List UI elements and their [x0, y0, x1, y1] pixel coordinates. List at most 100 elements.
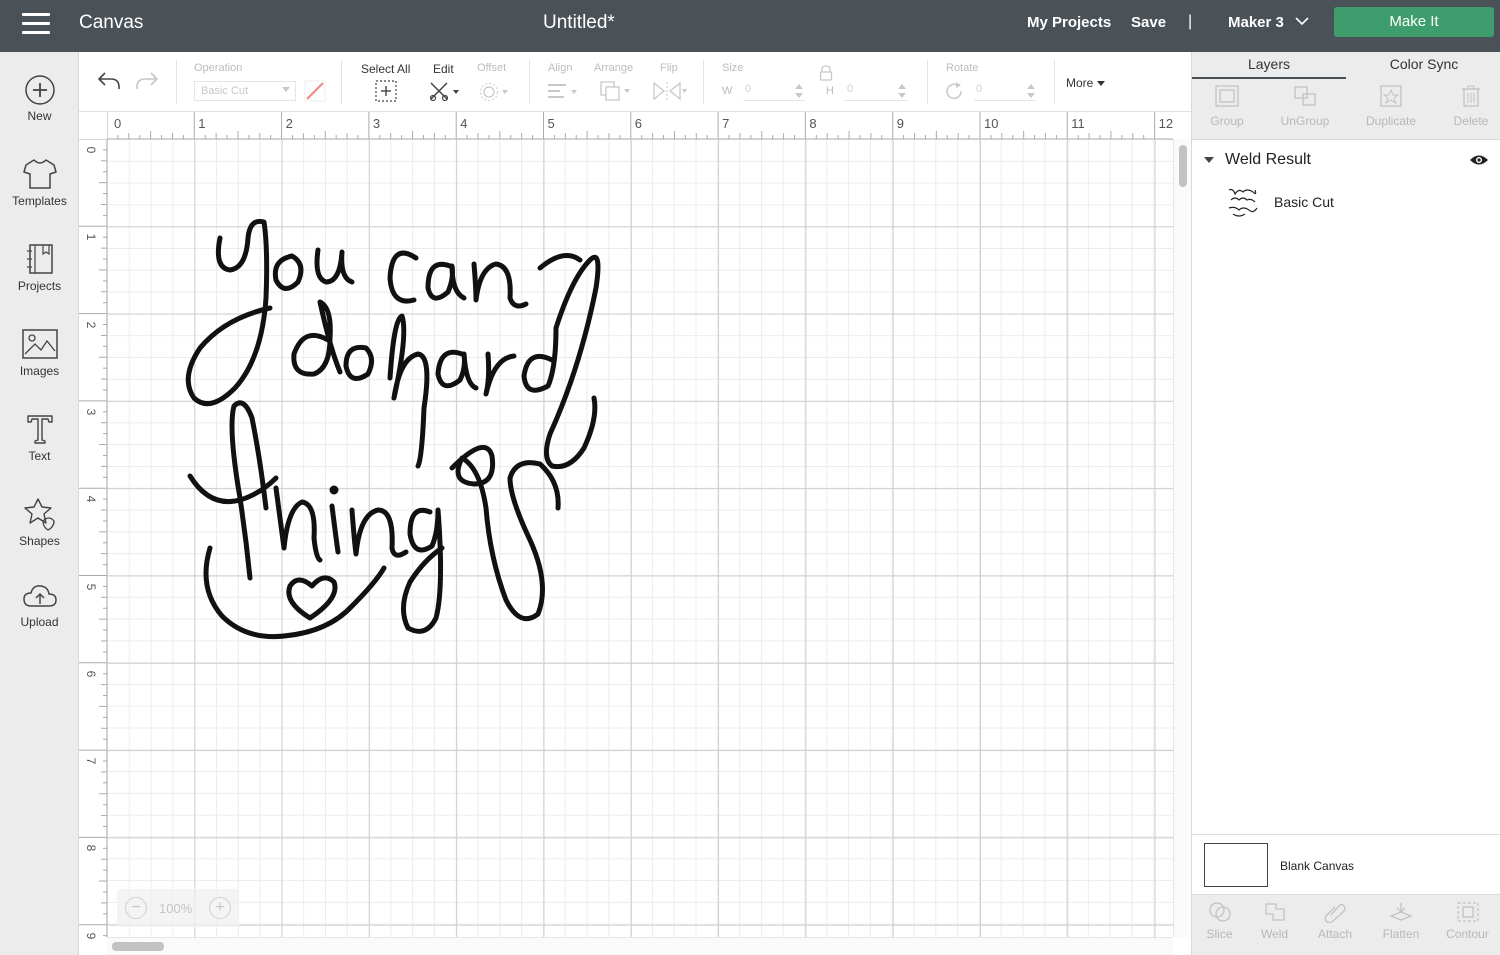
ruler-label: 4 — [460, 116, 468, 131]
cloud-upload-icon — [22, 585, 57, 607]
ruler-label: 7 — [84, 757, 98, 765]
height-stepper-icon[interactable] — [897, 83, 907, 99]
my-projects-link[interactable]: My Projects — [1027, 14, 1111, 31]
more-menu[interactable]: More — [1066, 76, 1105, 90]
slice-label: Slice — [1206, 927, 1233, 941]
zoom-in-button[interactable]: + — [209, 897, 231, 919]
redo-icon[interactable] — [134, 70, 160, 92]
zoom-out-button[interactable]: − — [125, 897, 147, 919]
caret-down-icon — [1096, 81, 1105, 87]
tab-layers[interactable]: Layers — [1192, 52, 1346, 79]
you-can-do-hard-things-design[interactable] — [180, 208, 610, 648]
blank-canvas-swatch[interactable] — [1204, 843, 1268, 887]
ruler-label: 9 — [896, 116, 904, 131]
notebook-icon — [26, 244, 53, 274]
ruler-label: 1 — [198, 116, 206, 131]
sidebar-item-new[interactable]: New — [0, 74, 79, 154]
layers-panel: Layers Color Sync Group UnGroup Duplicat… — [1191, 52, 1500, 955]
vertical-scrollbar[interactable] — [1173, 139, 1191, 937]
group-icon — [1215, 85, 1239, 107]
delete-button[interactable]: Delete — [1436, 79, 1500, 140]
ruler-label: 8 — [84, 845, 98, 852]
vertical-ruler: 0 1 2 3 4 5 6 7 8 9 — [79, 139, 107, 939]
flatten-button[interactable]: Flatten — [1368, 895, 1434, 955]
ruler-label: 4 — [84, 495, 98, 503]
horizontal-ruler: 0 1 2 3 4 5 6 7 8 9 10 11 12 — [107, 112, 1173, 139]
undo-icon[interactable] — [96, 70, 122, 92]
layer-group-name: Weld Result — [1225, 151, 1311, 168]
sidebar-item-templates[interactable]: Templates — [0, 157, 79, 237]
pen-color-swatch-icon[interactable] — [304, 80, 326, 102]
sidebar-item-shapes[interactable]: Shapes — [0, 497, 79, 577]
tshirt-icon — [22, 159, 57, 189]
slice-button[interactable]: Slice — [1192, 895, 1247, 955]
width-stepper-icon[interactable] — [794, 83, 804, 99]
flip-label: Flip — [660, 62, 678, 74]
duplicate-button[interactable]: Duplicate — [1356, 79, 1426, 140]
collapse-triangle-icon[interactable] — [1204, 157, 1214, 163]
sidebar-item-text[interactable]: Text — [0, 412, 79, 492]
weld-button[interactable]: Weld — [1247, 895, 1302, 955]
chevron-down-icon[interactable] — [1295, 16, 1309, 26]
shapes-icon — [23, 498, 55, 531]
blank-canvas-row: Blank Canvas — [1192, 834, 1500, 894]
offset-icon[interactable] — [479, 82, 511, 102]
horizontal-scrollbar[interactable] — [107, 937, 1173, 955]
attach-button[interactable]: Attach — [1302, 895, 1368, 955]
rotate-stepper-icon[interactable] — [1026, 83, 1036, 99]
flatten-icon — [1389, 903, 1413, 921]
make-it-button[interactable]: Make It — [1334, 7, 1494, 37]
lock-icon[interactable] — [819, 65, 833, 81]
ruler-label: 9 — [84, 932, 98, 940]
sidebar-item-label: Shapes — [19, 534, 60, 548]
bottom-actions: Slice Weld Attach Flatten Contour — [1192, 894, 1500, 955]
offset-label: Offset — [477, 62, 507, 74]
select-all-icon[interactable] — [375, 80, 397, 102]
tab-color-sync[interactable]: Color Sync — [1347, 52, 1500, 79]
edit-tools-icon[interactable] — [429, 81, 463, 103]
align-label: Align — [548, 62, 573, 74]
edit-toolbar: Operation Basic Cut Select All Edit Offs… — [79, 52, 1191, 112]
align-icon[interactable] — [546, 82, 580, 102]
flip-icon[interactable] — [652, 81, 688, 101]
group-button[interactable]: Group — [1192, 79, 1262, 140]
document-title[interactable]: Untitled* — [543, 12, 615, 34]
ruler-label: 10 — [984, 116, 999, 131]
ungroup-button[interactable]: UnGroup — [1270, 79, 1340, 140]
app-title: Canvas — [79, 12, 144, 33]
ungroup-icon — [1294, 86, 1316, 106]
horizontal-scrollbar-thumb[interactable] — [112, 942, 164, 951]
select-all-label: Select All — [361, 62, 411, 76]
visibility-eye-icon[interactable] — [1469, 153, 1489, 167]
height-prefix: H — [826, 85, 834, 97]
ruler-label: 2 — [84, 321, 98, 328]
ruler-label: 0 — [84, 146, 98, 154]
toolbar-separator — [529, 60, 530, 104]
sidebar-item-images[interactable]: Images — [0, 327, 79, 407]
arrange-icon[interactable] — [599, 80, 633, 102]
toolbar-separator — [341, 60, 342, 104]
vertical-ruler-ticks — [79, 139, 107, 937]
ruler-label: 2 — [285, 116, 293, 131]
layer-item[interactable]: Basic Cut — [1192, 182, 1500, 222]
contour-button[interactable]: Contour — [1434, 895, 1500, 955]
operation-value: Basic Cut — [201, 85, 249, 97]
slice-icon — [1208, 902, 1231, 922]
machine-selector[interactable]: Maker 3 — [1228, 14, 1284, 31]
ruler-label: 1 — [84, 233, 98, 241]
rotate-icon — [946, 82, 962, 100]
sidebar-item-label: New — [27, 109, 52, 123]
hamburger-menu-icon[interactable] — [22, 13, 50, 37]
layer-thumbnail — [1228, 188, 1258, 217]
contour-icon — [1456, 902, 1479, 922]
sidebar-item-projects[interactable]: Projects — [0, 242, 79, 322]
layer-group-weld-result[interactable]: Weld Result — [1192, 148, 1500, 172]
zoom-control: − 100% + — [117, 889, 239, 927]
operation-select[interactable]: Basic Cut — [194, 81, 296, 101]
ruler-label: 5 — [84, 583, 98, 590]
save-link[interactable]: Save — [1131, 14, 1166, 31]
vertical-scrollbar-thumb[interactable] — [1179, 145, 1187, 187]
panel-tabs: Layers Color Sync — [1192, 52, 1500, 79]
sidebar-item-upload[interactable]: Upload — [0, 582, 79, 662]
top-bar: Canvas Untitled* My Projects Save | Make… — [0, 0, 1500, 52]
